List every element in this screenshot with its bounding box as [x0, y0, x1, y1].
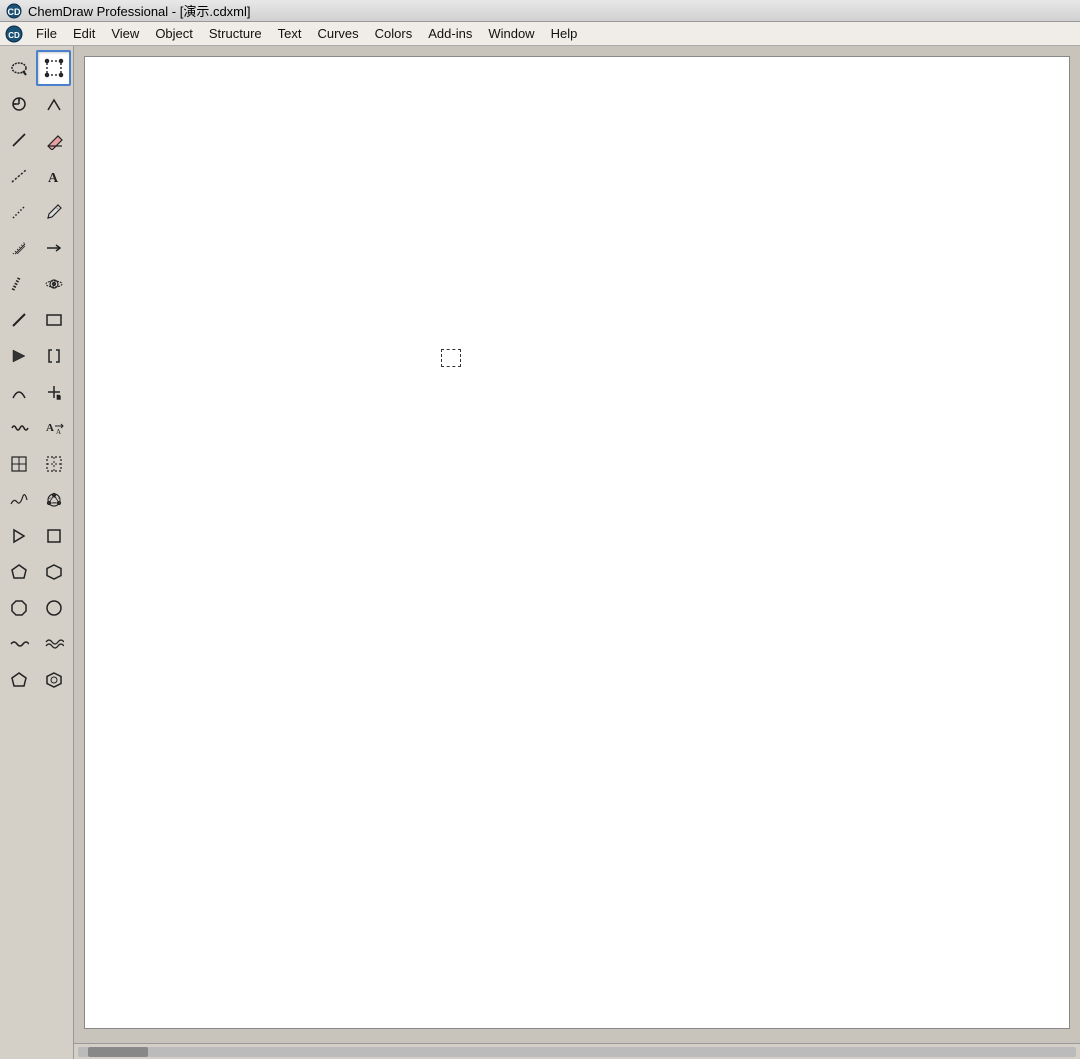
- menu-window[interactable]: Window: [480, 24, 542, 43]
- rotate-tool[interactable]: [2, 86, 37, 122]
- tool-row-10: n: [2, 374, 71, 410]
- scrollbar-thumb[interactable]: [88, 1047, 148, 1057]
- app-icon: CD: [6, 3, 22, 19]
- wave2-tool[interactable]: [37, 626, 72, 662]
- tool-row-3: [2, 122, 71, 158]
- dashed-table-tool[interactable]: [37, 446, 72, 482]
- orbital-tool[interactable]: [37, 266, 72, 302]
- lasso-tool[interactable]: [2, 50, 36, 86]
- marquee-tool[interactable]: [36, 50, 71, 86]
- drawing-canvas[interactable]: [84, 56, 1070, 1029]
- menu-edit[interactable]: Edit: [65, 24, 103, 43]
- tool-row-12: [2, 446, 71, 482]
- svg-text:CD: CD: [8, 31, 20, 40]
- horizontal-scrollbar[interactable]: [74, 1043, 1080, 1059]
- menu-object[interactable]: Object: [147, 24, 201, 43]
- pen-tool[interactable]: [37, 194, 72, 230]
- tool-row-11: A A: [2, 410, 71, 446]
- tool-row-18: [2, 662, 71, 698]
- svg-text:CD: CD: [8, 7, 21, 17]
- tool-row-16: [2, 590, 71, 626]
- title-bar: CD ChemDraw Professional - [演示.cdxml]: [0, 0, 1080, 22]
- menu-addins[interactable]: Add-ins: [420, 24, 480, 43]
- play-tool[interactable]: [2, 518, 37, 554]
- title-text: ChemDraw Professional - [演示.cdxml]: [28, 1, 251, 20]
- menu-help[interactable]: Help: [543, 24, 586, 43]
- spectrum-tool[interactable]: [2, 482, 37, 518]
- main-layout: A: [0, 46, 1080, 1059]
- small-rect-tool[interactable]: [37, 518, 72, 554]
- squiggle-tool[interactable]: [2, 410, 37, 446]
- text-tool[interactable]: A: [37, 158, 72, 194]
- svg-text:A: A: [56, 428, 61, 436]
- menu-curves[interactable]: Curves: [309, 24, 366, 43]
- wave1-tool[interactable]: [2, 626, 37, 662]
- menu-view[interactable]: View: [103, 24, 147, 43]
- atom-map-tool[interactable]: n: [37, 374, 72, 410]
- pentagon-ring-tool[interactable]: [2, 662, 37, 698]
- tool-row-8: [2, 302, 71, 338]
- menu-colors[interactable]: Colors: [367, 24, 421, 43]
- svg-text:n: n: [57, 395, 60, 401]
- wavy-bond-tool[interactable]: [2, 158, 37, 194]
- tool-row-4: A: [2, 158, 71, 194]
- curve-tool[interactable]: [2, 374, 37, 410]
- rectangle-tool[interactable]: [37, 302, 72, 338]
- tool-row-17: [2, 626, 71, 662]
- bracket-tool[interactable]: [37, 338, 72, 374]
- 3d-tool[interactable]: [37, 482, 72, 518]
- scrollbar-track[interactable]: [78, 1047, 1076, 1057]
- svg-text:A: A: [48, 171, 59, 186]
- app-icon-menu[interactable]: CD: [4, 24, 24, 44]
- tool-row-14: [2, 518, 71, 554]
- tool-row-7: [2, 266, 71, 302]
- menu-file[interactable]: File: [28, 24, 65, 43]
- hexagon-ring-tool[interactable]: [37, 662, 72, 698]
- toolbar: A: [0, 46, 74, 1059]
- bond-tool[interactable]: [2, 122, 37, 158]
- eraser-tool[interactable]: [37, 122, 72, 158]
- tool-row-13: [2, 482, 71, 518]
- menu-structure[interactable]: Structure: [201, 24, 270, 43]
- svg-text:A: A: [46, 422, 54, 434]
- bond-angle-tool[interactable]: [37, 86, 72, 122]
- line-tool[interactable]: [2, 302, 37, 338]
- hash-bond-tool[interactable]: [2, 230, 37, 266]
- bold-hash-tool[interactable]: [2, 266, 37, 302]
- canvas-area[interactable]: [74, 46, 1080, 1059]
- menu-bar: CD File Edit View Object Structure Text …: [0, 22, 1080, 46]
- selection-rectangle: [441, 349, 461, 367]
- tool-row-2: [2, 86, 71, 122]
- tool-row-6: [2, 230, 71, 266]
- hexagon-tool[interactable]: [37, 554, 72, 590]
- arrow-tool[interactable]: [37, 230, 72, 266]
- tool-row-1: [2, 50, 71, 86]
- grid-table-tool[interactable]: [2, 446, 37, 482]
- menu-text[interactable]: Text: [270, 24, 310, 43]
- tool-row-15: [2, 554, 71, 590]
- tool-row-5: [2, 194, 71, 230]
- circle-tool[interactable]: [37, 590, 72, 626]
- dashed-bond-tool[interactable]: [2, 194, 37, 230]
- octagon-tool[interactable]: [2, 590, 37, 626]
- tool-row-9: [2, 338, 71, 374]
- pentagon-tool[interactable]: [2, 554, 37, 590]
- resize-text-tool[interactable]: A A: [37, 410, 72, 446]
- wedge-tool[interactable]: [2, 338, 37, 374]
